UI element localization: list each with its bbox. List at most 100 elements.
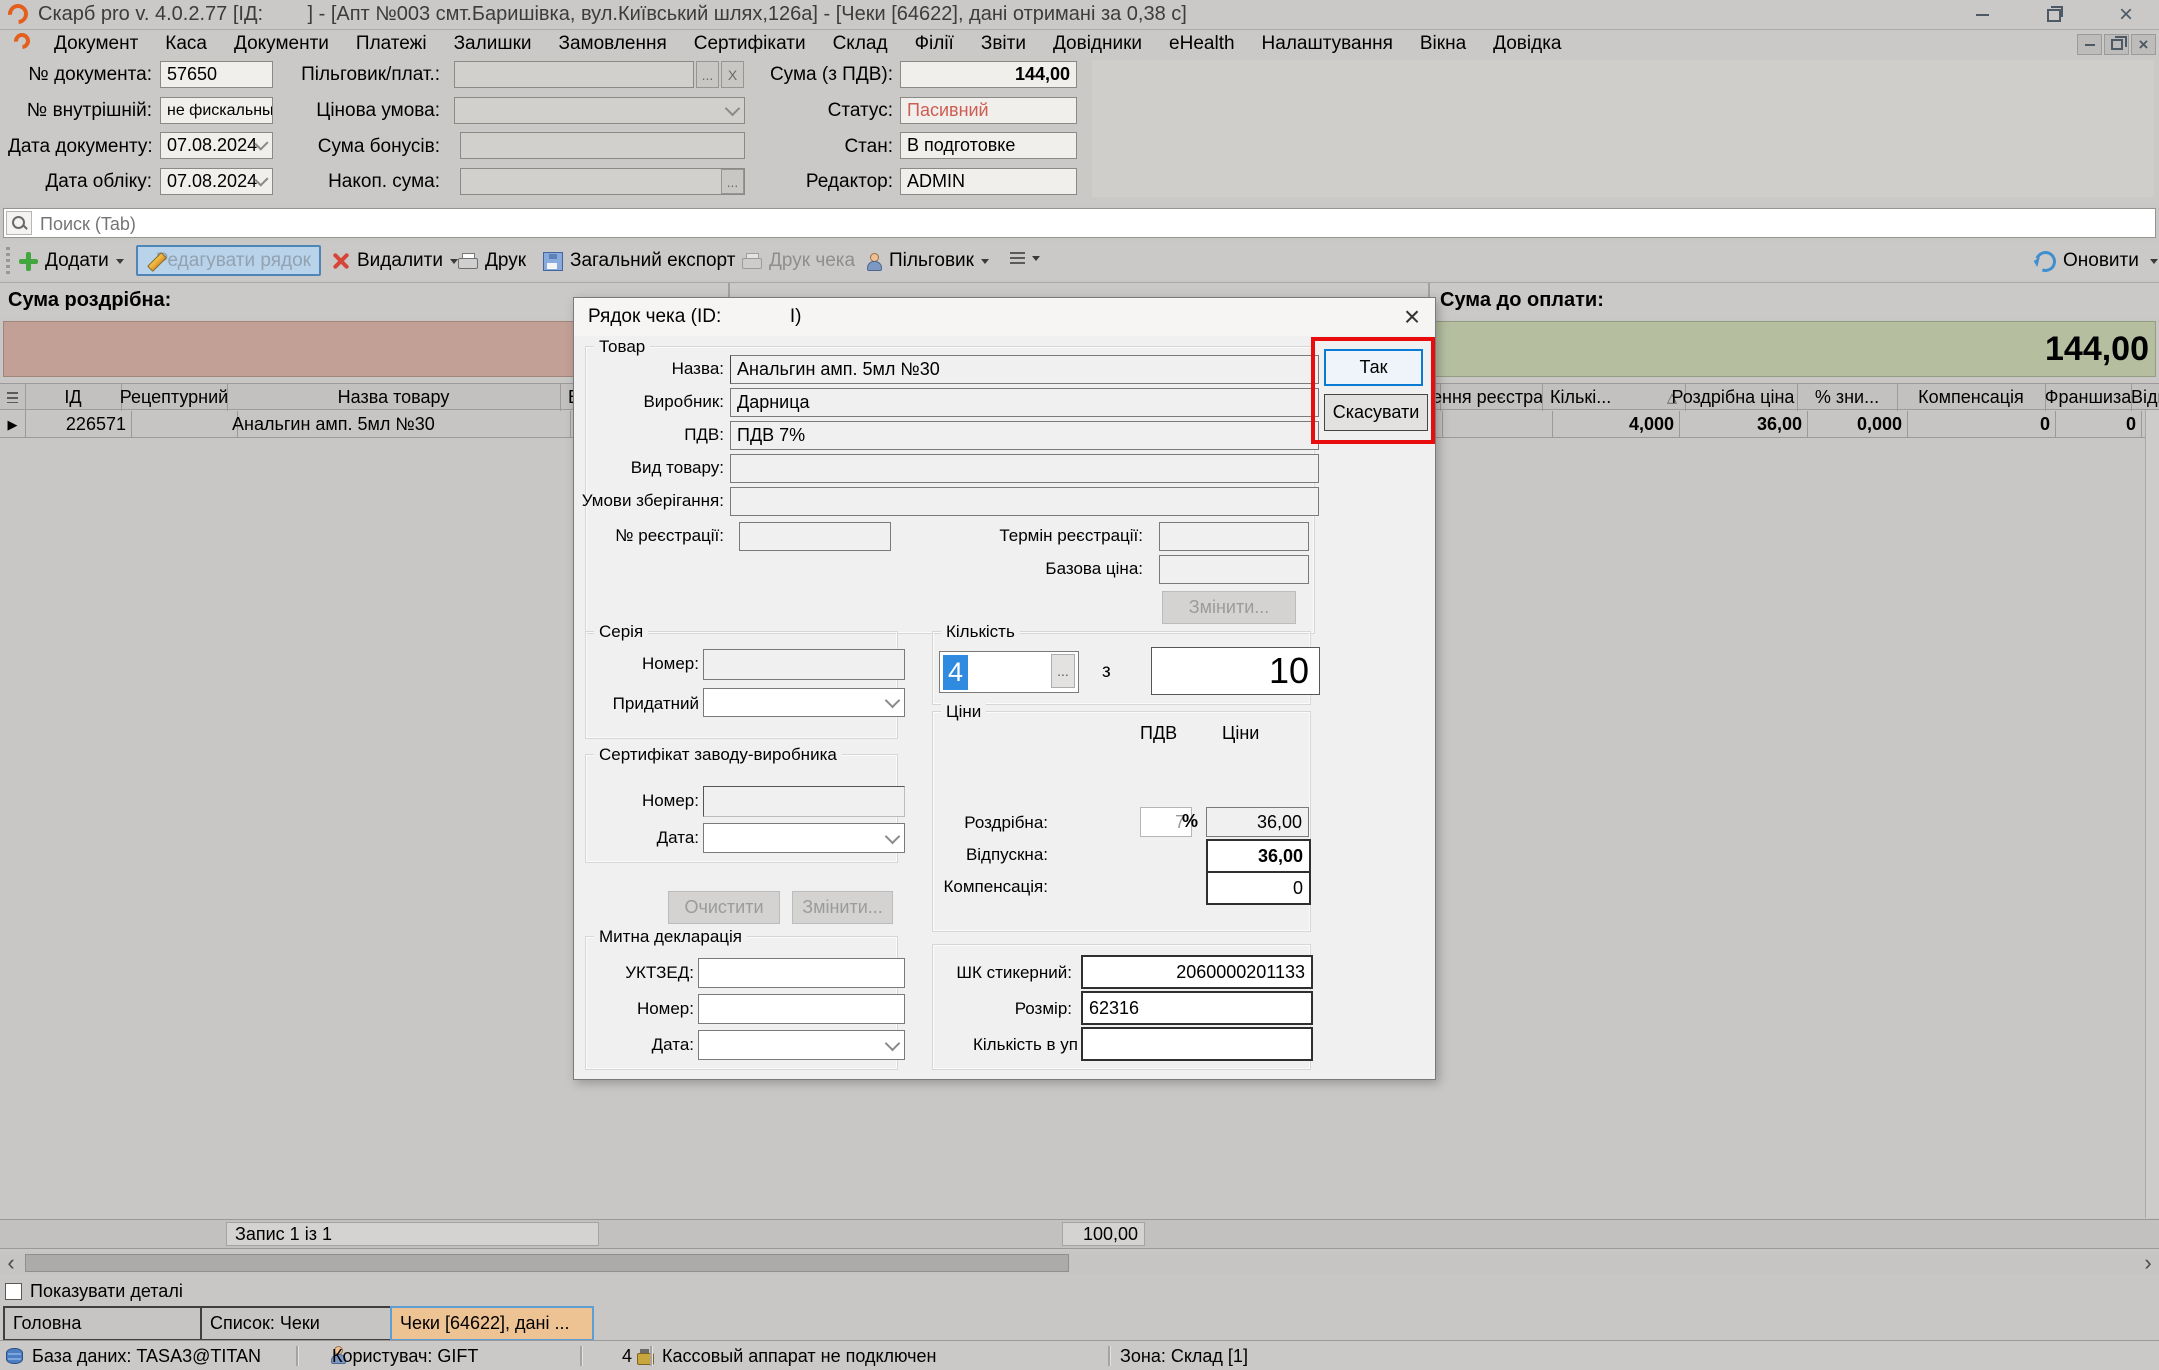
cert-date-select[interactable] bbox=[703, 823, 905, 853]
minimize-button[interactable] bbox=[1962, 0, 2002, 30]
pack-qty-field[interactable] bbox=[1081, 1027, 1313, 1061]
menu-item-warehouse[interactable]: Склад bbox=[833, 33, 888, 55]
restore-button[interactable] bbox=[2034, 0, 2074, 30]
doc-date-field[interactable]: 07.08.2024 bbox=[160, 132, 273, 159]
show-details-checkbox[interactable] bbox=[5, 1283, 22, 1300]
doc-number-field[interactable]: 57650 bbox=[160, 61, 273, 88]
selling-price-field[interactable]: 36,00 bbox=[1206, 839, 1311, 873]
menu-item-orders[interactable]: Замовлення bbox=[559, 33, 667, 55]
column-retail-price[interactable]: Роздрібна ціна bbox=[1669, 384, 1798, 411]
bonus-sum-field[interactable] bbox=[460, 132, 745, 159]
scroll-left-button[interactable]: ‹ bbox=[0, 1252, 22, 1274]
menu-item-kasa[interactable]: Каса bbox=[165, 33, 207, 55]
column-discount[interactable]: % зни... bbox=[1797, 384, 1898, 411]
storage-field[interactable] bbox=[730, 487, 1319, 516]
refresh-button[interactable]: Оновити bbox=[2035, 250, 2158, 272]
compensation-field[interactable]: 0 bbox=[1206, 871, 1311, 905]
mdi-close-button[interactable]: × bbox=[2131, 34, 2156, 55]
series-valid-dropdown-icon[interactable] bbox=[885, 693, 901, 709]
accum-sum-browse-button[interactable]: ... bbox=[721, 169, 744, 194]
internal-number-field[interactable]: не фискальный bbox=[160, 97, 273, 124]
change-product-button[interactable]: Змінити... bbox=[1162, 591, 1296, 624]
menu-item-branches[interactable]: Філії bbox=[915, 33, 954, 55]
horizontal-scrollbar[interactable]: ‹ › bbox=[0, 1252, 2159, 1274]
search-button[interactable] bbox=[6, 211, 32, 235]
menu-item-stock[interactable]: Залишки bbox=[454, 33, 532, 55]
clear-certificate-button[interactable]: Очистити bbox=[668, 891, 780, 924]
beneficiary-field[interactable] bbox=[454, 61, 694, 88]
quantity-browse-button[interactable]: ... bbox=[1051, 654, 1075, 688]
add-button[interactable]: Додати bbox=[19, 250, 124, 272]
customs-date-select[interactable] bbox=[698, 1030, 905, 1060]
series-valid-select[interactable] bbox=[703, 688, 905, 717]
mdi-restore-button[interactable] bbox=[2104, 34, 2129, 55]
search-bar[interactable] bbox=[3, 208, 2156, 238]
print-button[interactable]: Друк bbox=[458, 250, 526, 272]
column-product-name[interactable]: Назва товару bbox=[227, 384, 561, 411]
sum-vat-field[interactable]: 144,00 bbox=[900, 61, 1077, 88]
menu-item-settings[interactable]: Налаштування bbox=[1262, 33, 1393, 55]
column-franchise[interactable]: Франшиза bbox=[2045, 384, 2132, 411]
dialog-title-bar[interactable]: Рядок чека (ID: І) × bbox=[574, 298, 1435, 336]
retail-price-field[interactable]: 36,00 bbox=[1206, 807, 1309, 837]
sticker-field[interactable]: 2060000201133 bbox=[1081, 955, 1313, 989]
account-date-field[interactable]: 07.08.2024 bbox=[160, 168, 273, 195]
printer-icon bbox=[458, 253, 478, 270]
menu-item-documents[interactable]: Документи bbox=[234, 33, 329, 55]
pay-sum-value: 144,00 bbox=[2045, 330, 2149, 369]
menu-item-certificates[interactable]: Сертифікати bbox=[694, 33, 806, 55]
product-type-field[interactable] bbox=[730, 454, 1319, 483]
reg-term-field[interactable] bbox=[1159, 522, 1309, 551]
menu-item-directories[interactable]: Довідники bbox=[1053, 33, 1142, 55]
print-receipt-button[interactable]: Друк чека bbox=[742, 250, 855, 272]
size-field[interactable]: 62316 bbox=[1081, 991, 1313, 1025]
vat-field[interactable]: ПДВ 7% bbox=[730, 421, 1319, 450]
search-input[interactable] bbox=[38, 210, 2142, 238]
change-certificate-button[interactable]: Змінити... bbox=[792, 891, 893, 924]
list-options-button[interactable] bbox=[1010, 252, 1040, 265]
menu-item-windows[interactable]: Вікна bbox=[1420, 33, 1466, 55]
column-id[interactable]: ІД bbox=[25, 384, 122, 411]
delete-button[interactable]: Видалити bbox=[332, 250, 458, 272]
export-button[interactable]: Загальний експорт bbox=[543, 250, 735, 272]
quantity-input[interactable]: 4 ... bbox=[939, 651, 1079, 693]
mdi-minimize-button[interactable] bbox=[2077, 34, 2102, 55]
column-selector[interactable] bbox=[0, 384, 26, 411]
cert-number-field[interactable] bbox=[703, 786, 905, 817]
customs-date-dropdown-icon[interactable] bbox=[885, 1035, 901, 1051]
column-prescription[interactable]: Рецептурний bbox=[121, 384, 228, 411]
price-condition-dropdown-icon[interactable] bbox=[725, 101, 741, 117]
column-registration-end[interactable]: ення реєстрації bbox=[1432, 384, 1543, 411]
tab-main[interactable]: Головна bbox=[3, 1306, 213, 1341]
price-condition-select[interactable] bbox=[454, 97, 745, 124]
tab-list-receipts[interactable]: Список: Чеки bbox=[200, 1306, 403, 1341]
series-number-field[interactable] bbox=[703, 649, 905, 680]
menu-item-ehealth[interactable]: eHealth bbox=[1169, 33, 1235, 55]
menu-item-document[interactable]: Документ bbox=[54, 33, 138, 55]
scroll-right-button[interactable]: › bbox=[2137, 1252, 2159, 1274]
cert-date-dropdown-icon[interactable] bbox=[885, 828, 901, 844]
scrollbar-thumb[interactable] bbox=[25, 1254, 1069, 1272]
beneficiary-browse-button[interactable]: ... bbox=[696, 61, 719, 88]
uktzed-field[interactable] bbox=[698, 958, 905, 988]
table-vertical-scrollbar[interactable] bbox=[2145, 410, 2159, 1218]
menu-item-payments[interactable]: Платежі bbox=[356, 33, 427, 55]
manufacturer-field[interactable]: Дарница bbox=[730, 388, 1319, 417]
base-price-field[interactable] bbox=[1159, 555, 1309, 584]
beneficiary-clear-button[interactable]: X bbox=[721, 61, 744, 88]
close-button[interactable]: × bbox=[2106, 0, 2146, 30]
beneficiary-button[interactable]: Пільговик bbox=[866, 250, 989, 272]
reg-number-field[interactable] bbox=[739, 522, 891, 551]
menu-item-reports[interactable]: Звіти bbox=[981, 33, 1026, 55]
column-dispense[interactable]: Відпу... bbox=[2131, 384, 2159, 411]
menu-item-help[interactable]: Довідка bbox=[1493, 33, 1561, 55]
name-field[interactable]: Анальгин амп. 5мл №30 bbox=[730, 355, 1319, 384]
column-compensation[interactable]: Компенсація bbox=[1897, 384, 2046, 411]
tab-receipts-active[interactable]: Чеки [64622], дані ... bbox=[390, 1306, 594, 1341]
edit-row-button[interactable]: Редагувати рядок bbox=[136, 245, 321, 276]
accum-sum-field[interactable] bbox=[460, 168, 745, 195]
toolbar-grip[interactable] bbox=[6, 247, 10, 274]
customs-number-field[interactable] bbox=[698, 994, 905, 1024]
dialog-close-button[interactable]: × bbox=[1389, 298, 1435, 336]
column-quantity[interactable]: Кількі...△ bbox=[1542, 384, 1686, 411]
